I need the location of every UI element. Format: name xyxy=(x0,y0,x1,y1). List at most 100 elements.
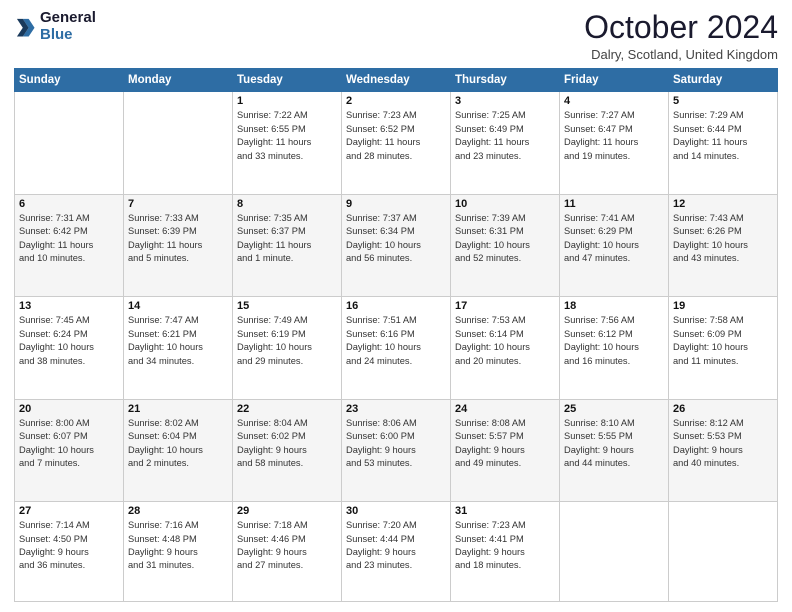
day-number: 27 xyxy=(19,505,119,517)
location: Dalry, Scotland, United Kingdom xyxy=(584,47,778,62)
day-info: Sunrise: 8:06 AM Sunset: 6:00 PM Dayligh… xyxy=(346,417,446,471)
col-wednesday: Wednesday xyxy=(342,69,451,92)
day-number: 23 xyxy=(346,403,446,415)
logo: General Blue xyxy=(14,10,96,43)
day-number: 12 xyxy=(673,198,773,210)
day-info: Sunrise: 7:47 AM Sunset: 6:21 PM Dayligh… xyxy=(128,314,228,368)
calendar-week-row: 20Sunrise: 8:00 AM Sunset: 6:07 PM Dayli… xyxy=(15,399,778,501)
table-row xyxy=(15,92,124,194)
table-row: 11 Sunrise: 7:41 AM Sunset: 6:29 PM Dayli… xyxy=(560,194,669,296)
day-number: 10 xyxy=(455,198,555,210)
table-row xyxy=(669,502,778,602)
day-info: Sunrise: 7:51 AM Sunset: 6:16 PM Dayligh… xyxy=(346,314,446,368)
day-number: 18 xyxy=(564,300,664,312)
col-saturday: Saturday xyxy=(669,69,778,92)
day-info: Sunrise: 7:23 AM Sunset: 6:52 PM Dayligh… xyxy=(346,109,446,163)
table-row: 17 Sunrise: 7:53 AM Sunset: 6:14 PM Dayli… xyxy=(451,297,560,399)
day-info: Sunrise: 7:27 AM Sunset: 6:47 PM Dayligh… xyxy=(564,109,664,163)
day-number: 15 xyxy=(237,300,337,312)
day-info: Sunrise: 7:35 AM Sunset: 6:37 PM Dayligh… xyxy=(237,212,337,266)
col-tuesday: Tuesday xyxy=(233,69,342,92)
header: General Blue October 2024 Dalry, Scotlan… xyxy=(14,10,778,62)
day-number: 4 xyxy=(564,95,664,107)
table-row: 14 Sunrise: 7:47 AM Sunset: 6:21 PM Dayli… xyxy=(124,297,233,399)
day-number: 5 xyxy=(673,95,773,107)
table-row: 13Sunrise: 7:45 AM Sunset: 6:24 PM Dayli… xyxy=(15,297,124,399)
table-row: 1 Sunrise: 7:22 AM Sunset: 6:55 PM Daylig… xyxy=(233,92,342,194)
month-title: October 2024 xyxy=(584,10,778,45)
calendar-week-row: 6 Sunrise: 7:31 AM Sunset: 6:42 PM Daylig… xyxy=(15,194,778,296)
day-info: Sunrise: 8:02 AM Sunset: 6:04 PM Dayligh… xyxy=(128,417,228,471)
day-number: 1 xyxy=(237,95,337,107)
table-row: 18Sunrise: 7:56 AM Sunset: 6:12 PM Dayli… xyxy=(560,297,669,399)
day-number: 7 xyxy=(128,198,228,210)
table-row: 8 Sunrise: 7:35 AM Sunset: 6:37 PM Daylig… xyxy=(233,194,342,296)
day-info: Sunrise: 7:37 AM Sunset: 6:34 PM Dayligh… xyxy=(346,212,446,266)
day-info: Sunrise: 7:18 AM Sunset: 4:46 PM Dayligh… xyxy=(237,519,337,573)
table-row: 31 Sunrise: 7:23 AM Sunset: 4:41 PM Dayli… xyxy=(451,502,560,602)
day-info: Sunrise: 7:39 AM Sunset: 6:31 PM Dayligh… xyxy=(455,212,555,266)
day-number: 11 xyxy=(564,198,664,210)
day-info: Sunrise: 7:29 AM Sunset: 6:44 PM Dayligh… xyxy=(673,109,773,163)
table-row: 23 Sunrise: 8:06 AM Sunset: 6:00 PM Dayli… xyxy=(342,399,451,501)
col-thursday: Thursday xyxy=(451,69,560,92)
day-info: Sunrise: 7:33 AM Sunset: 6:39 PM Dayligh… xyxy=(128,212,228,266)
table-row: 22 Sunrise: 8:04 AM Sunset: 6:02 PM Dayli… xyxy=(233,399,342,501)
table-row: 28Sunrise: 7:16 AM Sunset: 4:48 PM Dayli… xyxy=(124,502,233,602)
table-row: 3Sunrise: 7:25 AM Sunset: 6:49 PM Daylig… xyxy=(451,92,560,194)
day-info: Sunrise: 7:53 AM Sunset: 6:14 PM Dayligh… xyxy=(455,314,555,368)
day-info: Sunrise: 8:04 AM Sunset: 6:02 PM Dayligh… xyxy=(237,417,337,471)
calendar-week-row: 27 Sunrise: 7:14 AM Sunset: 4:50 PM Dayli… xyxy=(15,502,778,602)
table-row: 7 Sunrise: 7:33 AM Sunset: 6:39 PM Daylig… xyxy=(124,194,233,296)
day-info: Sunrise: 7:43 AM Sunset: 6:26 PM Dayligh… xyxy=(673,212,773,266)
table-row: 6 Sunrise: 7:31 AM Sunset: 6:42 PM Daylig… xyxy=(15,194,124,296)
table-row xyxy=(124,92,233,194)
day-number: 13 xyxy=(19,300,119,312)
col-monday: Monday xyxy=(124,69,233,92)
day-info: Sunrise: 8:08 AM Sunset: 5:57 PM Dayligh… xyxy=(455,417,555,471)
day-number: 22 xyxy=(237,403,337,415)
day-number: 8 xyxy=(237,198,337,210)
day-number: 14 xyxy=(128,300,228,312)
day-number: 28 xyxy=(128,505,228,517)
col-friday: Friday xyxy=(560,69,669,92)
table-row: 4 Sunrise: 7:27 AM Sunset: 6:47 PM Daylig… xyxy=(560,92,669,194)
day-number: 19 xyxy=(673,300,773,312)
table-row: 10 Sunrise: 7:39 AM Sunset: 6:31 PM Dayli… xyxy=(451,194,560,296)
table-row: 12 Sunrise: 7:43 AM Sunset: 6:26 PM Dayli… xyxy=(669,194,778,296)
day-info: Sunrise: 7:20 AM Sunset: 4:44 PM Dayligh… xyxy=(346,519,446,573)
day-info: Sunrise: 8:10 AM Sunset: 5:55 PM Dayligh… xyxy=(564,417,664,471)
calendar-header-row: Sunday Monday Tuesday Wednesday Thursday… xyxy=(15,69,778,92)
table-row: 15 Sunrise: 7:49 AM Sunset: 6:19 PM Dayli… xyxy=(233,297,342,399)
table-row: 20Sunrise: 8:00 AM Sunset: 6:07 PM Dayli… xyxy=(15,399,124,501)
calendar-week-row: 13Sunrise: 7:45 AM Sunset: 6:24 PM Dayli… xyxy=(15,297,778,399)
table-row: 19 Sunrise: 7:58 AM Sunset: 6:09 PM Dayli… xyxy=(669,297,778,399)
day-info: Sunrise: 7:41 AM Sunset: 6:29 PM Dayligh… xyxy=(564,212,664,266)
day-info: Sunrise: 7:22 AM Sunset: 6:55 PM Dayligh… xyxy=(237,109,337,163)
day-info: Sunrise: 7:23 AM Sunset: 4:41 PM Dayligh… xyxy=(455,519,555,573)
day-number: 25 xyxy=(564,403,664,415)
day-info: Sunrise: 7:14 AM Sunset: 4:50 PM Dayligh… xyxy=(19,519,119,573)
table-row: 16 Sunrise: 7:51 AM Sunset: 6:16 PM Dayli… xyxy=(342,297,451,399)
day-number: 16 xyxy=(346,300,446,312)
calendar-table: Sunday Monday Tuesday Wednesday Thursday… xyxy=(14,68,778,602)
table-row: 24Sunrise: 8:08 AM Sunset: 5:57 PM Dayli… xyxy=(451,399,560,501)
logo-icon xyxy=(14,16,36,38)
day-number: 21 xyxy=(128,403,228,415)
day-number: 20 xyxy=(19,403,119,415)
title-block: October 2024 Dalry, Scotland, United Kin… xyxy=(584,10,778,62)
day-info: Sunrise: 7:49 AM Sunset: 6:19 PM Dayligh… xyxy=(237,314,337,368)
table-row: 9Sunrise: 7:37 AM Sunset: 6:34 PM Daylig… xyxy=(342,194,451,296)
table-row: 27 Sunrise: 7:14 AM Sunset: 4:50 PM Dayli… xyxy=(15,502,124,602)
day-number: 31 xyxy=(455,505,555,517)
page: General Blue October 2024 Dalry, Scotlan… xyxy=(0,0,792,612)
table-row: 29Sunrise: 7:18 AM Sunset: 4:46 PM Dayli… xyxy=(233,502,342,602)
day-number: 6 xyxy=(19,198,119,210)
table-row: 2Sunrise: 7:23 AM Sunset: 6:52 PM Daylig… xyxy=(342,92,451,194)
day-info: Sunrise: 7:25 AM Sunset: 6:49 PM Dayligh… xyxy=(455,109,555,163)
day-number: 17 xyxy=(455,300,555,312)
day-number: 30 xyxy=(346,505,446,517)
day-info: Sunrise: 7:31 AM Sunset: 6:42 PM Dayligh… xyxy=(19,212,119,266)
logo-text-line1: General xyxy=(40,10,96,27)
day-info: Sunrise: 7:58 AM Sunset: 6:09 PM Dayligh… xyxy=(673,314,773,368)
